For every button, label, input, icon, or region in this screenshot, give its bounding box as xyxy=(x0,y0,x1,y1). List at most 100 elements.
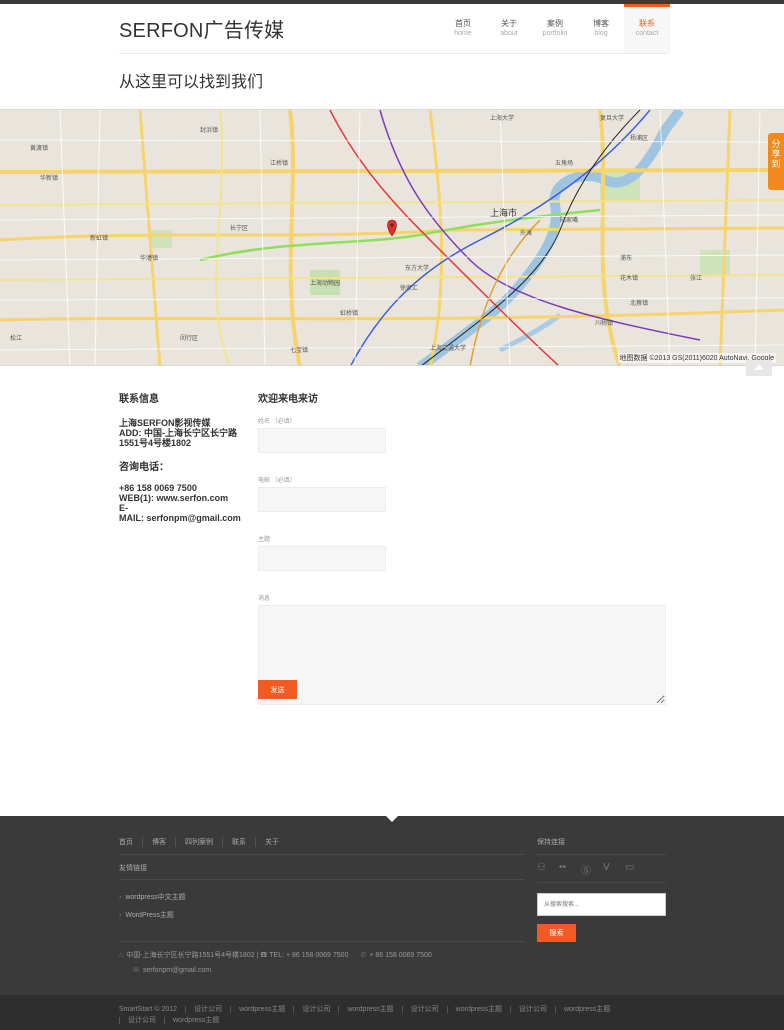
svg-text:川杨镇: 川杨镇 xyxy=(595,319,613,327)
nav-sublabel: contact xyxy=(635,30,659,37)
map-canvas[interactable]: 上海市 黄渡镇 封浜镇 江桥镇 华新镇 华漕镇 新虹镇 七宝镇 虹桥镇 上海动物… xyxy=(0,110,784,366)
svg-text:东方大学: 东方大学 xyxy=(405,264,429,272)
form-heading: 欢迎来电来访 xyxy=(258,394,318,405)
phone-heading: 咨询电话： xyxy=(119,462,169,473)
friend-link-label: wordpress中文主题 xyxy=(125,894,186,901)
footer-divider xyxy=(119,879,525,880)
tripadvisor-icon[interactable]: ⚇ xyxy=(537,862,559,877)
address-text: 中国-上海长宁区长宁路1551号4号楼1802 | ☎ TEL: + 86 15… xyxy=(126,952,349,959)
footer-search-button[interactable]: 搜索 xyxy=(537,924,576,942)
bottom-link[interactable]: 设计公司 xyxy=(119,1017,164,1024)
nav-item-blog[interactable]: 博客 blog xyxy=(578,4,624,54)
address-line: ADD: 中国-上海长宁区长宁路 xyxy=(119,428,237,438)
page-title: 从这里可以找到我们 xyxy=(119,74,264,91)
bottom-link[interactable]: wordpress主题 xyxy=(554,1006,619,1013)
bottom-link[interactable]: wordpress主题 xyxy=(338,1006,402,1013)
svg-text:陆家嘴: 陆家嘴 xyxy=(560,216,578,224)
vimeo-icon[interactable]: V xyxy=(603,862,625,877)
svg-text:七宝镇: 七宝镇 xyxy=(290,346,308,354)
bottom-link[interactable]: wordpress主题 xyxy=(446,1006,510,1013)
svg-text:张江: 张江 xyxy=(690,274,702,282)
header-divider xyxy=(119,53,666,54)
nav-label: 博客 xyxy=(593,19,609,28)
message-field[interactable] xyxy=(258,605,666,705)
footer-address: ⌂ 中国-上海长宁区长宁路1551号4号楼1802 | ☎ TEL: + 86 1… xyxy=(119,950,432,960)
home-icon: ⌂ xyxy=(119,952,124,959)
skype-icon[interactable]: Ⓢ xyxy=(581,862,603,877)
youtube-icon[interactable]: ▭ xyxy=(625,862,647,877)
svg-text:闵行区: 闵行区 xyxy=(180,334,198,342)
footer-search-input[interactable] xyxy=(537,893,666,916)
svg-text:花木镇: 花木镇 xyxy=(620,274,638,282)
email-field[interactable] xyxy=(258,487,386,512)
bottom-link[interactable]: wordpress主题 xyxy=(230,1006,294,1013)
nav-label: 首页 xyxy=(455,19,471,28)
send-button[interactable]: 发送 xyxy=(258,680,297,699)
location-map[interactable]: 上海市 黄渡镇 封浜镇 江桥镇 华新镇 华漕镇 新虹镇 七宝镇 虹桥镇 上海动物… xyxy=(0,109,784,366)
copyright-text: SmartStart © 2012 xyxy=(119,1006,178,1013)
phone-number: +86 158 0069 7500 xyxy=(119,483,197,493)
nav-item-home[interactable]: 首页 home xyxy=(440,4,486,54)
friend-link-label: WordPress主题 xyxy=(125,912,174,919)
friend-link[interactable]: › wordpress中文主题 xyxy=(119,892,186,902)
svg-text:华新镇: 华新镇 xyxy=(40,174,58,182)
subject-label: 主题 xyxy=(258,537,271,543)
nav-item-portfolio[interactable]: 案例 portfolio xyxy=(532,4,578,54)
footer-nav-item[interactable]: 关于 xyxy=(255,837,288,847)
contact-info: 联系信息 上海SERFON影视传媒 ADD: 中国-上海长宁区长宁路 1551号… xyxy=(119,390,249,523)
svg-text:五角场: 五角场 xyxy=(555,159,573,167)
keep-in-touch-title: 保持连接 xyxy=(537,839,565,846)
svg-text:江桥镇: 江桥镇 xyxy=(270,159,288,167)
bottom-link[interactable]: wordpress主题 xyxy=(164,1017,228,1024)
svg-text:封浜镇: 封浜镇 xyxy=(200,126,218,134)
nav-sublabel: home xyxy=(454,30,472,37)
nav-sublabel: portfolio xyxy=(542,30,568,37)
friend-link[interactable]: › WordPress主题 xyxy=(119,910,174,920)
name-field[interactable] xyxy=(258,428,386,453)
phone-icon: ✆ xyxy=(360,952,367,959)
svg-text:黄渡镇: 黄渡镇 xyxy=(30,144,48,152)
footer-nav-item[interactable]: 联系 xyxy=(222,837,255,847)
nav-sublabel: about xyxy=(500,30,518,37)
nav-sublabel: blog xyxy=(594,30,608,37)
bottom-link[interactable]: 设计公司 xyxy=(293,1006,339,1013)
svg-text:上海动物园: 上海动物园 xyxy=(310,279,340,287)
svg-text:长宁区: 长宁区 xyxy=(230,224,248,232)
social-links: ⚇ •• Ⓢ V ▭ xyxy=(537,862,647,877)
footer-nav-item[interactable]: 首页 xyxy=(119,837,142,847)
website-line: WEB(1): www.serfon.com xyxy=(119,493,229,503)
site-logo[interactable]: SERFON广告传媒 xyxy=(119,14,284,43)
nav-item-about[interactable]: 关于 about xyxy=(486,4,532,54)
share-button[interactable]: 分享到 xyxy=(768,133,784,190)
bottom-link[interactable]: 设计公司 xyxy=(401,1006,447,1013)
svg-text:徐家汇: 徐家汇 xyxy=(400,284,418,292)
svg-text:杨浦区: 杨浦区 xyxy=(630,134,648,142)
svg-text:上海大学: 上海大学 xyxy=(490,114,514,122)
svg-text:复旦大学: 复旦大学 xyxy=(600,114,624,122)
email-text[interactable]: serfonpm@gmail.com xyxy=(143,967,211,974)
nav-label: 关于 xyxy=(501,19,517,28)
footer-nav-item[interactable]: 四列案例 xyxy=(175,837,222,847)
mail-icon: ✉ xyxy=(133,967,139,974)
footer-divider xyxy=(119,854,525,855)
address-line: 1551号4号楼1802 xyxy=(119,438,192,448)
bottom-link[interactable]: 设计公司 xyxy=(185,1006,231,1013)
footer-divider xyxy=(537,854,666,855)
nav-label: 案例 xyxy=(547,19,563,28)
subject-field[interactable] xyxy=(258,546,386,571)
footer-divider xyxy=(119,941,525,942)
message-label: 消息 xyxy=(258,596,271,602)
svg-text:外滩: 外滩 xyxy=(520,229,532,237)
svg-text:新虹镇: 新虹镇 xyxy=(90,234,108,242)
bottom-link[interactable]: 设计公司 xyxy=(509,1006,555,1013)
email-line: MAIL: serfonpm@gmail.com xyxy=(119,513,241,523)
svg-text:虹桥镇: 虹桥镇 xyxy=(340,309,358,317)
email-line: E- xyxy=(119,503,128,513)
svg-text:北蔡镇: 北蔡镇 xyxy=(630,299,648,307)
nav-item-contact[interactable]: 联系 contact xyxy=(624,4,670,54)
svg-text:松江: 松江 xyxy=(10,334,22,342)
scroll-to-top-button[interactable] xyxy=(746,360,772,376)
main-nav: 首页 home 关于 about 案例 portfolio 博客 blog 联系… xyxy=(440,4,670,54)
flickr-icon[interactable]: •• xyxy=(559,862,581,877)
footer-nav-item[interactable]: 博客 xyxy=(142,837,175,847)
